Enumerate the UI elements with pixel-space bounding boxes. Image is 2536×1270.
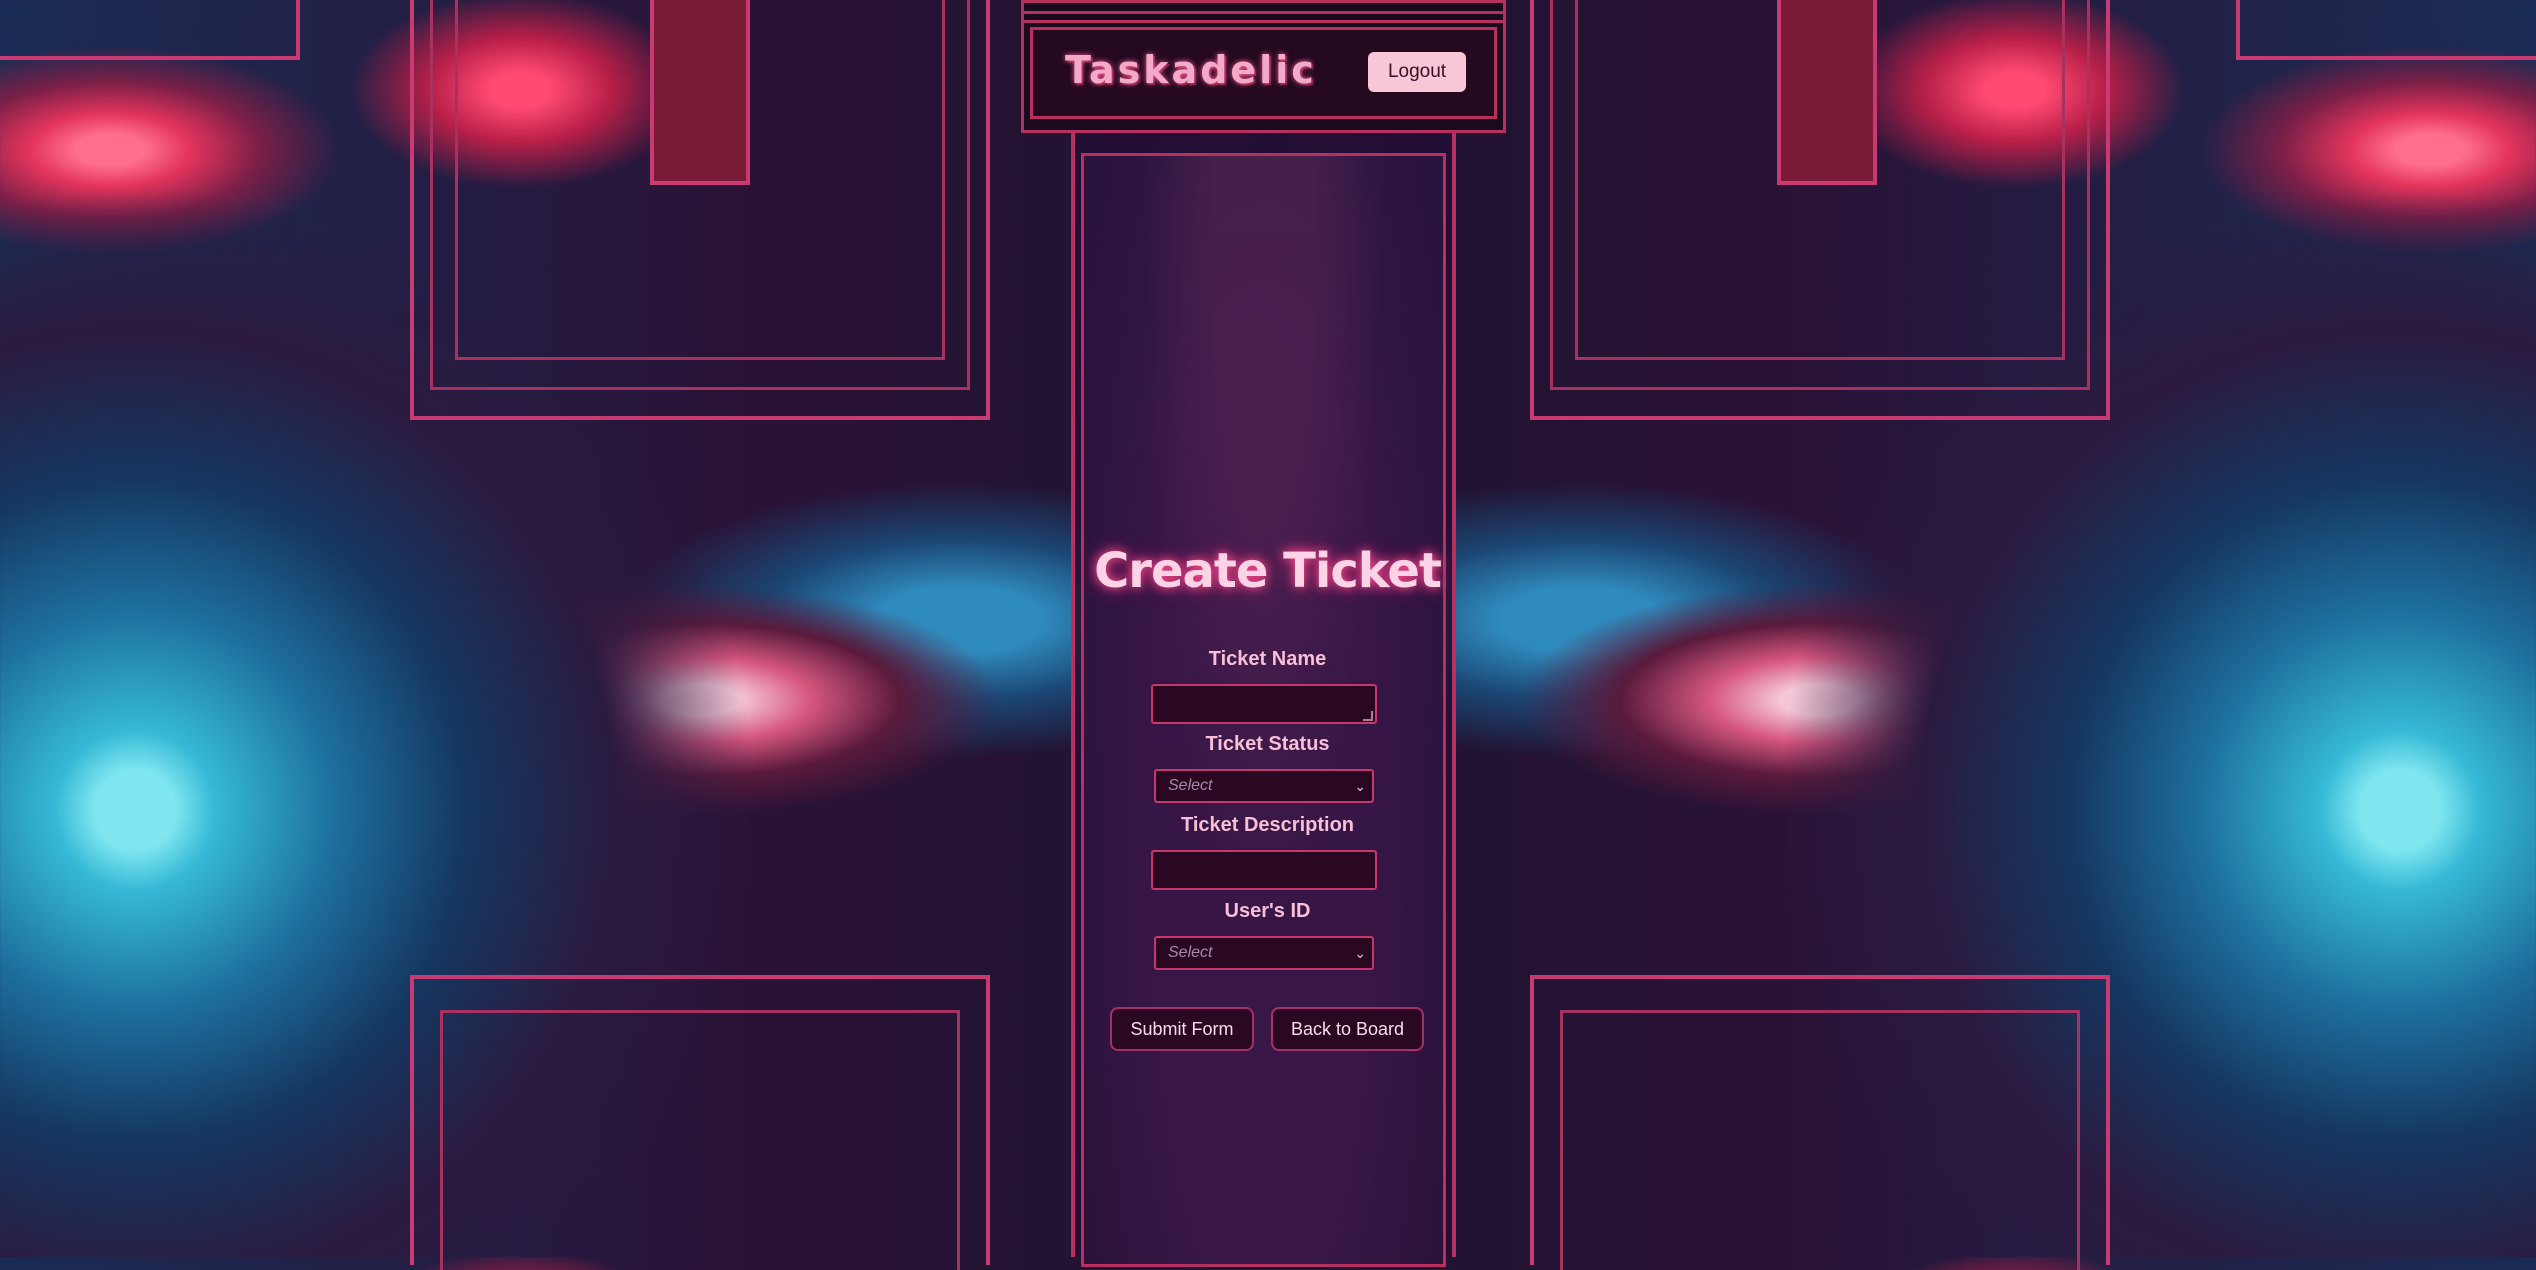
submit-form-button[interactable]: Submit Form xyxy=(1110,1007,1254,1051)
ticket-status-select[interactable]: Select ⌄ xyxy=(1154,769,1374,803)
user-id-label: User's ID xyxy=(1224,900,1311,922)
back-to-board-button[interactable]: Back to Board xyxy=(1271,1007,1424,1051)
chevron-down-icon: ⌄ xyxy=(1354,778,1366,794)
app-logo-text: Taskadelic xyxy=(1065,48,1317,92)
top-header: Taskadelic Logout xyxy=(1021,0,1506,133)
user-id-select[interactable]: Select ⌄ xyxy=(1154,936,1374,970)
user-id-value: Select xyxy=(1168,944,1213,961)
ticket-name-label: Ticket Name xyxy=(1208,648,1327,670)
page-title: Create Ticket xyxy=(1094,543,1442,599)
chevron-down-icon: ⌄ xyxy=(1354,945,1366,961)
ticket-name-input[interactable] xyxy=(1151,684,1377,724)
header-top-band xyxy=(1024,11,1503,23)
logout-button[interactable]: Logout xyxy=(1368,52,1466,92)
ticket-status-value: Select xyxy=(1168,777,1213,794)
header-inner-panel: Taskadelic Logout xyxy=(1030,27,1497,119)
ticket-description-input[interactable] xyxy=(1151,850,1377,890)
ticket-status-label: Ticket Status xyxy=(1205,733,1330,755)
form-column: Create Ticket Ticket Name Ticket Status … xyxy=(1071,133,1456,1267)
resize-grip-icon[interactable] xyxy=(1363,711,1373,721)
ticket-description-label: Ticket Description xyxy=(1180,814,1355,836)
